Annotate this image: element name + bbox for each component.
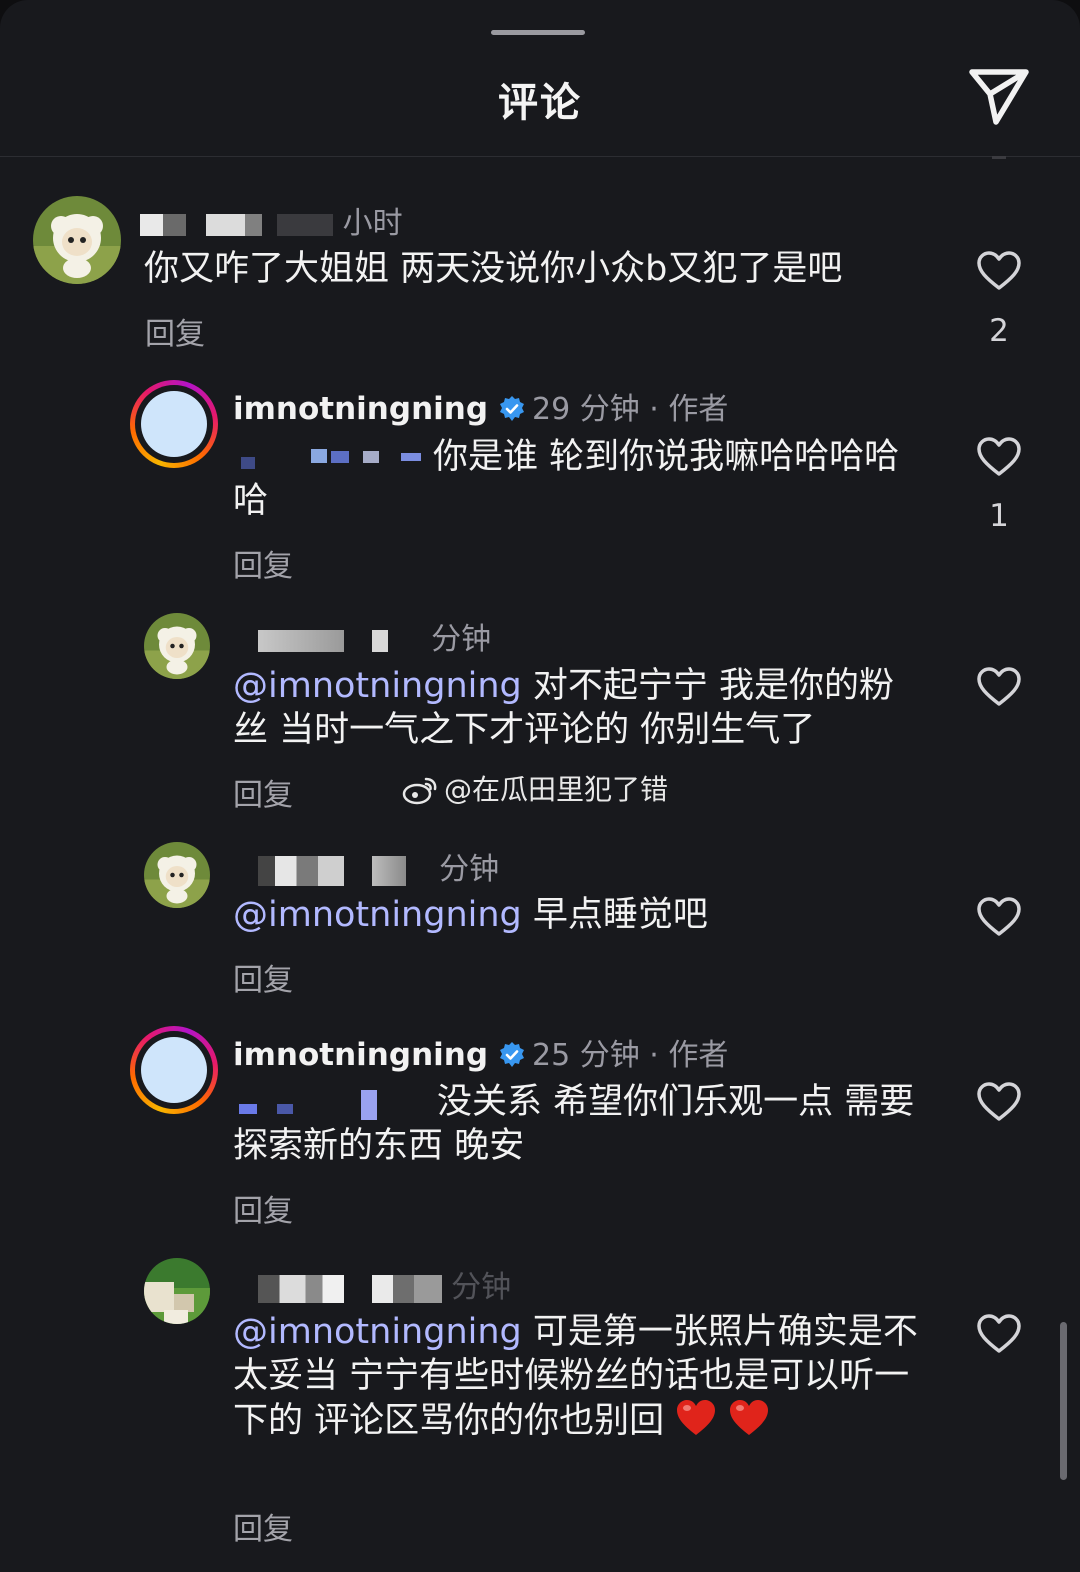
comment-meta: 分钟	[258, 844, 499, 888]
avatar-story-ring[interactable]	[130, 380, 218, 468]
comment-text: 你是谁 轮到你说我嘛哈哈哈哈哈	[233, 437, 900, 521]
blurred-username	[371, 629, 388, 652]
blurred-mention	[233, 447, 423, 471]
comment-meta: 分钟	[258, 614, 491, 658]
red-heart-emoji-icon	[730, 1400, 769, 1435]
like-count: 2	[989, 313, 1009, 349]
scrollbar[interactable]	[1060, 1322, 1067, 1480]
header-divider	[0, 156, 1080, 157]
comment-meta: imnotningning 25 分钟 · 作者	[233, 1030, 728, 1074]
reply-button[interactable]: 回复	[233, 541, 293, 585]
avatar	[141, 1037, 207, 1103]
send-icon	[969, 69, 1029, 125]
author-tag: · 作者	[649, 1038, 729, 1073]
avatar[interactable]	[144, 842, 210, 908]
reply-button[interactable]: 回复	[233, 770, 293, 814]
blurred-username	[140, 213, 186, 236]
page-title: 评论	[498, 80, 582, 126]
verified-badge-icon	[500, 1042, 525, 1067]
reply-button[interactable]: 回复	[233, 1504, 293, 1548]
blurred-username	[258, 1274, 344, 1303]
sheep-avatar-icon	[144, 613, 210, 679]
comment-text: @imnotningning 可是第一张照片确实是不太妥当 宁宁有些时候粉丝的话…	[233, 1312, 918, 1441]
blurred-username	[258, 855, 344, 886]
blurred-username	[258, 629, 344, 652]
username[interactable]: imnotningning	[233, 1037, 488, 1073]
red-heart-emoji-icon	[677, 1400, 716, 1435]
avatar-story-ring[interactable]	[130, 1026, 218, 1114]
mention-link[interactable]: @imnotningning	[233, 666, 522, 706]
comment-time: 分钟	[451, 1270, 512, 1305]
watermark: @在瓜田里犯了错	[402, 768, 668, 808]
reply-button[interactable]: 回复	[233, 1186, 293, 1230]
avatar	[141, 391, 207, 457]
author-tag: · 作者	[649, 392, 729, 427]
comment-meta: 分钟	[258, 1262, 511, 1306]
blurred-username	[371, 1274, 442, 1303]
send-button[interactable]	[966, 64, 1032, 128]
username[interactable]: imnotningning	[233, 391, 488, 427]
mention-link[interactable]: @imnotningning	[233, 895, 522, 935]
reply-button[interactable]: 回复	[145, 309, 205, 353]
heart-icon[interactable]	[976, 250, 1022, 292]
blurred-username	[205, 213, 262, 236]
scroll-indicator-top	[992, 156, 1006, 159]
sheep-avatar-icon	[144, 842, 210, 908]
heart-icon[interactable]	[976, 436, 1022, 478]
avatar[interactable]	[144, 613, 210, 679]
like-count: 1	[989, 498, 1009, 534]
heart-icon[interactable]	[976, 1313, 1022, 1355]
blurred-mention	[233, 1090, 433, 1120]
comment-text: @imnotningning 对不起宁宁 我是你的粉丝 当时一气之下才评论的 你…	[233, 666, 895, 750]
comment-text: 你又咋了大姐姐 两天没说你小众b又犯了是吧	[144, 249, 843, 289]
avatar[interactable]	[33, 196, 121, 284]
comment-time: 25 分钟	[532, 1038, 640, 1073]
comment-text: 没关系 希望你们乐观一点 需要探索新的东西 晚安	[233, 1082, 915, 1166]
comment-text: @imnotningning 早点睡觉吧	[233, 895, 708, 935]
heart-icon[interactable]	[976, 1081, 1022, 1123]
comment-time: 分钟	[431, 622, 492, 657]
comment-meta: imnotningning 29 分钟 · 作者	[233, 384, 728, 428]
heart-icon[interactable]	[976, 896, 1022, 938]
mention-link[interactable]: @imnotningning	[233, 1312, 522, 1352]
comment-time: 分钟	[439, 852, 500, 887]
sheep-avatar-icon	[33, 196, 121, 284]
drag-handle[interactable]	[491, 30, 585, 35]
reply-button[interactable]: 回复	[233, 955, 293, 999]
avatar[interactable]	[144, 1258, 210, 1324]
verified-badge-icon	[500, 396, 525, 421]
comment-meta: 小时	[140, 198, 403, 242]
comment-time: 29 分钟	[532, 392, 640, 427]
comments-sheet: 评论 小时 你又咋了大姐姐 两天没说你小众b又犯了是吧 回复 2 imnotni…	[0, 0, 1080, 1572]
weibo-icon	[402, 777, 437, 805]
heart-icon[interactable]	[976, 666, 1022, 708]
blurred-username	[277, 213, 334, 236]
blurred-username	[371, 855, 406, 886]
comment-time: 小时	[342, 206, 403, 241]
pixelated-avatar-icon	[144, 1258, 210, 1324]
